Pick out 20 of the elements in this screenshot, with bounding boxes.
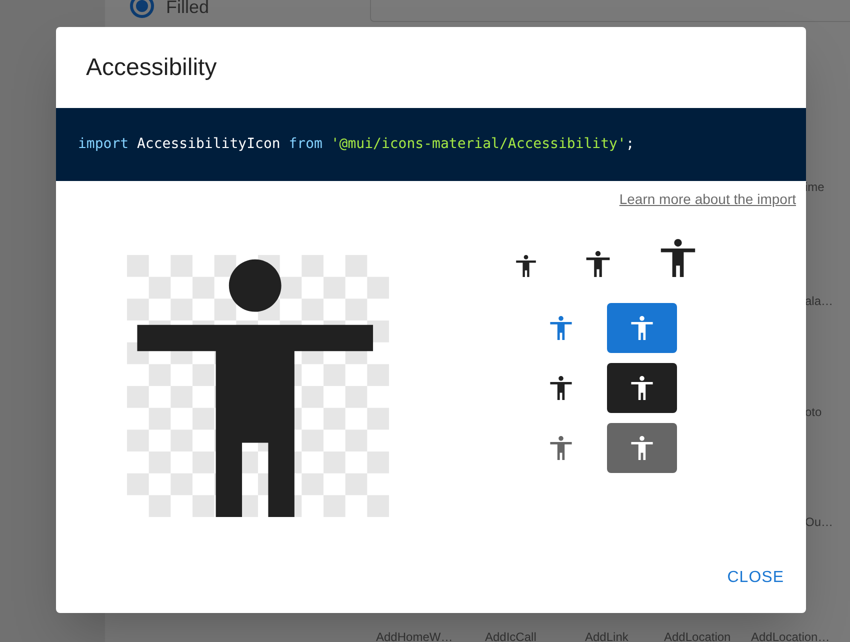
- person-icon: [630, 376, 654, 400]
- person-icon: [585, 251, 611, 277]
- person-icon: [659, 239, 697, 277]
- person-icon: [515, 255, 537, 277]
- dialog-title: Accessibility: [85, 53, 218, 83]
- close-button[interactable]: CLOSE: [719, 560, 792, 596]
- icon-label: AddHomeW…: [376, 629, 453, 642]
- radio-button[interactable]: [130, 0, 154, 18]
- icon-label: ala…: [805, 293, 834, 310]
- icon-label: AddLocation: [664, 629, 731, 642]
- icon-label: AddIcCall: [485, 629, 536, 642]
- import-code: import AccessibilityIcon from '@mui/icons-material/Accessibility';: [78, 135, 634, 154]
- icon-label: ime: [805, 179, 824, 196]
- person-icon: [630, 316, 654, 340]
- icon-label: AddLocation…: [751, 629, 830, 642]
- icon-label: AddLink: [585, 629, 628, 642]
- learn-more-link[interactable]: Learn more about the import: [619, 189, 796, 210]
- icon-label: oto: [805, 404, 822, 421]
- person-icon: [630, 436, 654, 460]
- icon-label: Ou…: [805, 514, 834, 531]
